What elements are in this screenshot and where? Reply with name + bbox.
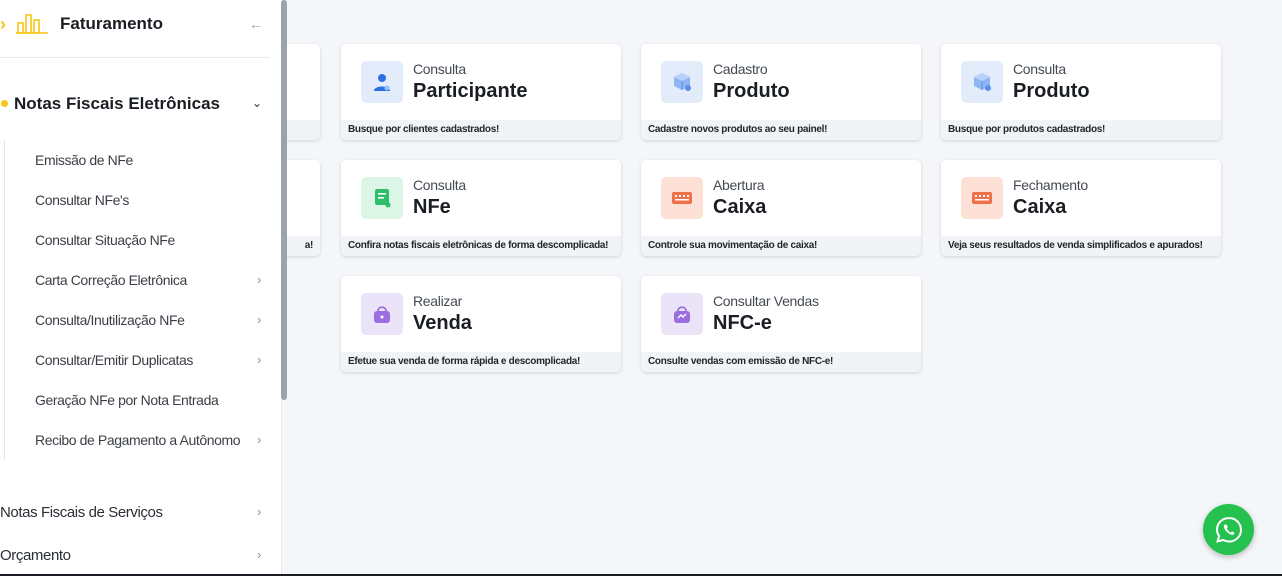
card-fechamento-caixa[interactable]: Fechamento Caixa Veja seus resultados de… (941, 160, 1221, 256)
submenu-line (4, 140, 5, 460)
card-consulta-produto[interactable]: Consulta Produto Busque por produtos cad… (941, 44, 1221, 140)
chevron-right-icon[interactable]: › (0, 14, 6, 35)
chevron-right-icon: › (257, 312, 261, 327)
card-footer: Cadastre novos produtos ao seu painel! (641, 120, 921, 140)
card-title: Caixa (713, 196, 767, 218)
cash-register-icon (661, 177, 703, 219)
sidebar-scrollbar[interactable] (281, 0, 287, 400)
card-consultar-vendas-nfce[interactable]: Consultar Vendas NFC-e Consulte vendas c… (641, 276, 921, 372)
card-cadastro-produto[interactable]: Cadastro Produto Cadastre novos produtos… (641, 44, 921, 140)
card-small-label: Fechamento (1013, 177, 1088, 193)
sidebar-item-geracao-nfe[interactable]: Geração NFe por Nota Entrada (35, 392, 275, 416)
card-title: Venda (413, 312, 472, 334)
card-footer: Consulte vendas com emissão de NFC-e! (641, 352, 921, 372)
sidebar-title: Faturamento (60, 14, 163, 33)
sidebar-item-label: Consultar/Emitir Duplicatas (35, 352, 194, 368)
card-small-label: Cadastro (713, 61, 768, 77)
whatsapp-icon (1215, 516, 1242, 543)
card-title: Produto (713, 80, 790, 102)
chevron-right-icon: › (257, 272, 261, 287)
shopping-bag-icon (361, 293, 403, 335)
sidebar-item-recibo-pagamento[interactable]: Recibo de Pagamento a Autônomo › (35, 432, 275, 456)
card-abertura-caixa[interactable]: Abertura Caixa Controle sua movimentação… (641, 160, 921, 256)
card-consulta-participante[interactable]: Consulta Participante Busque por cliente… (341, 44, 621, 140)
sidebar-item-label: Consulta/Inutilização NFe (35, 312, 185, 328)
sidebar-item-nf-servicos[interactable]: Notas Fiscais de Serviços › (0, 504, 270, 528)
cash-register-icon (961, 177, 1003, 219)
sidebar-section-label: Notas Fiscais Eletrônicas (14, 94, 220, 113)
sidebar-item-label: Recibo de Pagamento a Autônomo (35, 432, 241, 448)
sidebar-item-label: Carta Correção Eletrônica (35, 272, 187, 288)
sidebar-item-label: Geração NFe por Nota Entrada (35, 392, 219, 408)
chevron-down-icon: ⌄ (252, 96, 263, 110)
active-dot-icon (1, 100, 8, 107)
box-icon (661, 61, 703, 103)
card-footer: Veja seus resultados de venda simplifica… (941, 236, 1221, 256)
sidebar-item-label: Consultar NFe's (35, 192, 129, 208)
card-small-label: Consulta (1013, 61, 1066, 77)
card-title: NFC-e (713, 312, 772, 334)
bar-chart-icon (16, 14, 48, 34)
sidebar-item-consultar-situacao[interactable]: Consultar Situação NFe (35, 232, 275, 256)
user-icon (361, 61, 403, 103)
box-icon (961, 61, 1003, 103)
sidebar-item-orcamento[interactable]: Orçamento › (0, 547, 270, 571)
sidebar-item-duplicatas[interactable]: Consultar/Emitir Duplicatas › (35, 352, 275, 376)
sidebar-section-nfe[interactable]: Notas Fiscais Eletrônicas ⌄ (0, 88, 270, 120)
sidebar-item-carta-correcao[interactable]: Carta Correção Eletrônica › (35, 272, 275, 296)
sidebar-item-label: Orçamento (0, 547, 71, 564)
card-realizar-venda[interactable]: Realizar Venda Efetue sua venda de forma… (341, 276, 621, 372)
sidebar-item-emissao-nfe[interactable]: Emissão de NFe (35, 152, 275, 176)
card-small-label: Consulta (413, 177, 466, 193)
card-consulta-nfe[interactable]: Consulta NFe Confira notas fiscais eletr… (341, 160, 621, 256)
card-footer: Confira notas fiscais eletrônicas de for… (341, 236, 621, 256)
chevron-right-icon: › (257, 547, 261, 562)
card-footer: Busque por produtos cadastrados! (941, 120, 1221, 140)
card-title: Produto (1013, 80, 1090, 102)
shopping-bag-icon (661, 293, 703, 335)
card-footer: Efetue sua venda de forma rápida e desco… (341, 352, 621, 372)
sidebar-item-consultar-nfes[interactable]: Consultar NFe's (35, 192, 275, 216)
chevron-right-icon: › (257, 352, 261, 367)
card-title: Caixa (1013, 196, 1067, 218)
sidebar-item-label: Notas Fiscais de Serviços (0, 504, 163, 521)
whatsapp-button[interactable] (1203, 504, 1254, 555)
card-footer: Controle sua movimentação de caixa! (641, 236, 921, 256)
arrow-left-icon[interactable]: ← (244, 10, 268, 38)
receipt-icon (361, 177, 403, 219)
sidebar: › Faturamento ← Notas Fiscais Eletrônica… (0, 0, 282, 576)
card-footer: Busque por clientes cadastrados! (341, 120, 621, 140)
sidebar-item-label: Consultar Situação NFe (35, 232, 175, 248)
card-small-label: Abertura (713, 177, 765, 193)
chevron-right-icon: › (257, 432, 261, 447)
sidebar-header: › Faturamento ← (0, 0, 270, 58)
sidebar-item-label: Emissão de NFe (35, 152, 133, 168)
sidebar-item-consulta-inutilizacao[interactable]: Consulta/Inutilização NFe › (35, 312, 275, 336)
card-small-label: Consulta (413, 61, 466, 77)
chevron-right-icon: › (257, 504, 261, 519)
card-small-label: Consultar Vendas (713, 293, 819, 309)
card-title: Participante (413, 80, 528, 102)
card-small-label: Realizar (413, 293, 462, 309)
card-title: NFe (413, 196, 451, 218)
